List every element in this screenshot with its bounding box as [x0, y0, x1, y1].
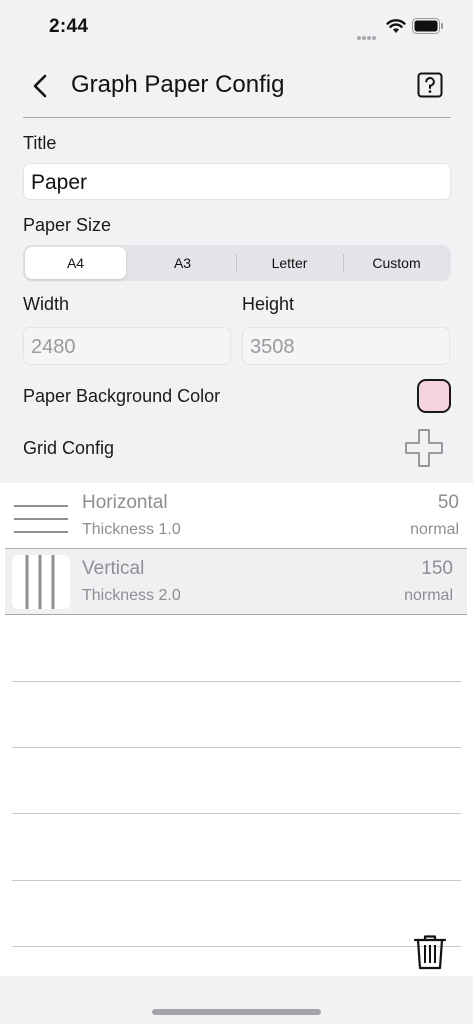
segment-custom[interactable]: Custom [344, 247, 449, 279]
status-bar: 2:44 [0, 0, 473, 54]
page-title: Graph Paper Config [71, 71, 285, 98]
title-label: Title [23, 133, 57, 153]
wifi-icon [386, 19, 406, 33]
title-input[interactable]: Paper [23, 163, 451, 200]
home-indicator [152, 1009, 321, 1015]
grid-item-vertical[interactable]: Vertical Thickness 2.0 150 normal [5, 549, 467, 615]
grid-list: Horizontal Thickness 1.0 50 normal Verti… [0, 483, 473, 976]
segment-a3[interactable]: A3 [130, 247, 235, 279]
segment-a4[interactable]: A4 [25, 247, 126, 279]
back-chevron-icon[interactable] [31, 72, 51, 100]
paper-size-label: Paper Size [23, 215, 112, 235]
height-field[interactable]: 3508 [242, 327, 450, 365]
help-icon[interactable] [417, 72, 443, 98]
bg-color-label: Paper Background Color [23, 386, 221, 406]
grid-item-value: 50 [437, 492, 459, 513]
grid-item-thickness: Thickness 1.0 [82, 521, 181, 538]
width-field[interactable]: 2480 [23, 327, 231, 365]
height-label: Height [242, 294, 295, 314]
grid-item-value: 150 [421, 558, 453, 579]
grid-item-horizontal[interactable]: Horizontal Thickness 1.0 50 normal [0, 483, 473, 549]
grid-item-name: Horizontal [82, 492, 168, 513]
bg-color-swatch[interactable] [417, 379, 451, 413]
row-separator [12, 946, 461, 947]
horizontal-lines-icon [12, 489, 70, 543]
row-separator [5, 614, 467, 615]
status-time: 2:44 [49, 16, 89, 37]
row-separator [12, 681, 461, 682]
nav-bar: Graph Paper Config [0, 60, 473, 112]
row-separator [12, 813, 461, 814]
width-label: Width [23, 294, 70, 314]
segment-letter[interactable]: Letter [237, 247, 342, 279]
trash-icon[interactable] [412, 933, 448, 971]
paper-size-segmented-control: A4 A3 Letter Custom [23, 245, 451, 281]
add-grid-icon[interactable] [404, 428, 444, 468]
grid-item-name: Vertical [82, 558, 145, 579]
signal-dots-icon [357, 27, 379, 40]
row-separator [12, 747, 461, 748]
vertical-lines-icon [12, 555, 70, 609]
row-separator [12, 880, 461, 881]
nav-divider [23, 117, 451, 118]
grid-item-style: normal [410, 521, 459, 538]
grid-config-label: Grid Config [23, 438, 115, 458]
battery-icon [412, 18, 443, 34]
grid-item-thickness: Thickness 2.0 [82, 587, 181, 604]
grid-item-style: normal [404, 587, 453, 604]
